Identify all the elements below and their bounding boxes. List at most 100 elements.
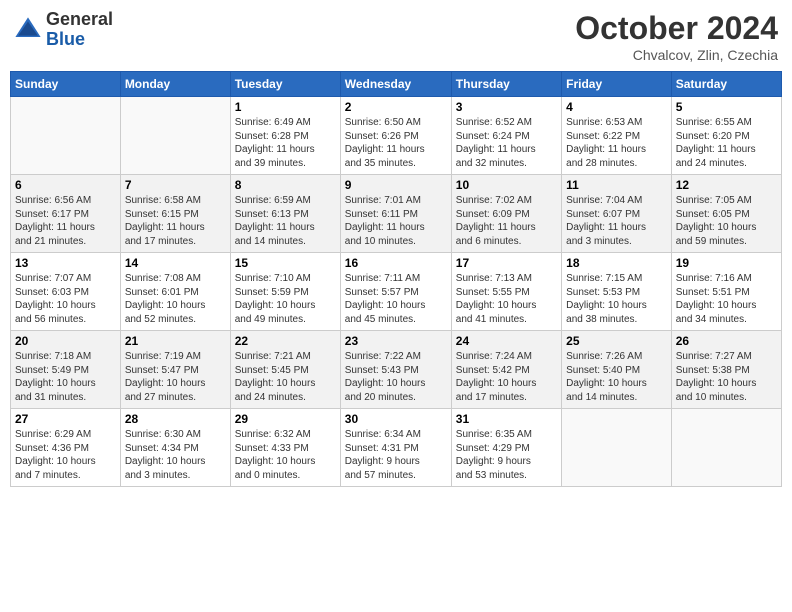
day-cell: 24Sunrise: 7:24 AM Sunset: 5:42 PM Dayli… (451, 331, 561, 409)
day-number: 11 (566, 178, 667, 192)
day-number: 24 (456, 334, 557, 348)
col-header-thursday: Thursday (451, 72, 561, 97)
day-cell (671, 409, 781, 487)
day-cell (562, 409, 672, 487)
month-title: October 2024 (575, 10, 778, 47)
logo-text: General Blue (46, 10, 113, 50)
day-info: Sunrise: 7:21 AM Sunset: 5:45 PM Dayligh… (235, 350, 336, 404)
day-number: 6 (15, 178, 116, 192)
day-info: Sunrise: 7:27 AM Sunset: 5:38 PM Dayligh… (676, 350, 777, 404)
week-row-3: 13Sunrise: 7:07 AM Sunset: 6:03 PM Dayli… (11, 253, 782, 331)
day-number: 23 (345, 334, 447, 348)
day-cell: 1 Sunrise: 6:49 AM Sunset: 6:28 PM Daylig… (230, 97, 340, 175)
logo-general: General (46, 10, 113, 30)
day-cell: 11 Sunrise: 7:04 AM Sunset: 6:07 PM Dayli… (562, 175, 672, 253)
day-info: Sunrise: 6:35 AM Sunset: 4:29 PM Dayligh… (456, 428, 557, 482)
day-number: 25 (566, 334, 667, 348)
day-info: Sunrise: 6:30 AM Sunset: 4:34 PM Dayligh… (125, 428, 226, 482)
day-info: Sunrise: 7:13 AM Sunset: 5:55 PM Dayligh… (456, 272, 557, 326)
day-number: 16 (345, 256, 447, 270)
title-block: October 2024 Chvalcov, Zlin, Czechia (575, 10, 778, 63)
day-number: 21 (125, 334, 226, 348)
col-header-saturday: Saturday (671, 72, 781, 97)
day-cell: 7 Sunrise: 6:58 AM Sunset: 6:15 PM Daylig… (120, 175, 230, 253)
day-number: 22 (235, 334, 336, 348)
day-info: Sunrise: 7:05 AM Sunset: 6:05 PM Dayligh… (676, 194, 777, 248)
day-cell: 13Sunrise: 7:07 AM Sunset: 6:03 PM Dayli… (11, 253, 121, 331)
day-info: Sunrise: 7:19 AM Sunset: 5:47 PM Dayligh… (125, 350, 226, 404)
day-info: Sunrise: 7:01 AM Sunset: 6:11 PM Dayligh… (345, 194, 447, 248)
day-cell: 15 Sunrise: 7:10 AM Sunset: 5:59 PM Dayli… (230, 253, 340, 331)
col-header-sunday: Sunday (11, 72, 121, 97)
day-cell: 19Sunrise: 7:16 AM Sunset: 5:51 PM Dayli… (671, 253, 781, 331)
header-row: SundayMondayTuesdayWednesdayThursdayFrid… (11, 72, 782, 97)
page-header: General Blue October 2024 Chvalcov, Zlin… (10, 10, 782, 63)
day-cell: 27 Sunrise: 6:29 AM Sunset: 4:36 PM Dayli… (11, 409, 121, 487)
day-info: Sunrise: 6:59 AM Sunset: 6:13 PM Dayligh… (235, 194, 336, 248)
logo-blue: Blue (46, 30, 113, 50)
day-cell: 8 Sunrise: 6:59 AM Sunset: 6:13 PM Daylig… (230, 175, 340, 253)
day-cell: 6Sunrise: 6:56 AM Sunset: 6:17 PM Daylig… (11, 175, 121, 253)
col-header-wednesday: Wednesday (340, 72, 451, 97)
day-number: 5 (676, 100, 777, 114)
day-info: Sunrise: 7:15 AM Sunset: 5:53 PM Dayligh… (566, 272, 667, 326)
day-cell: 5Sunrise: 6:55 AM Sunset: 6:20 PM Daylig… (671, 97, 781, 175)
day-number: 15 (235, 256, 336, 270)
day-cell: 3 Sunrise: 6:52 AM Sunset: 6:24 PM Daylig… (451, 97, 561, 175)
day-info: Sunrise: 6:53 AM Sunset: 6:22 PM Dayligh… (566, 116, 667, 170)
day-info: Sunrise: 6:34 AM Sunset: 4:31 PM Dayligh… (345, 428, 447, 482)
day-number: 13 (15, 256, 116, 270)
day-info: Sunrise: 7:02 AM Sunset: 6:09 PM Dayligh… (456, 194, 557, 248)
day-info: Sunrise: 7:22 AM Sunset: 5:43 PM Dayligh… (345, 350, 447, 404)
logo-icon (14, 16, 42, 44)
day-cell: 4Sunrise: 6:53 AM Sunset: 6:22 PM Daylig… (562, 97, 672, 175)
day-cell (120, 97, 230, 175)
day-number: 1 (235, 100, 336, 114)
col-header-friday: Friday (562, 72, 672, 97)
col-header-monday: Monday (120, 72, 230, 97)
day-number: 26 (676, 334, 777, 348)
day-info: Sunrise: 6:52 AM Sunset: 6:24 PM Dayligh… (456, 116, 557, 170)
day-cell: 28Sunrise: 6:30 AM Sunset: 4:34 PM Dayli… (120, 409, 230, 487)
day-number: 12 (676, 178, 777, 192)
day-cell: 9 Sunrise: 7:01 AM Sunset: 6:11 PM Daylig… (340, 175, 451, 253)
day-info: Sunrise: 6:32 AM Sunset: 4:33 PM Dayligh… (235, 428, 336, 482)
day-cell: 16 Sunrise: 7:11 AM Sunset: 5:57 PM Dayli… (340, 253, 451, 331)
day-number: 10 (456, 178, 557, 192)
day-number: 9 (345, 178, 447, 192)
logo: General Blue (14, 10, 113, 50)
day-number: 14 (125, 256, 226, 270)
day-info: Sunrise: 7:10 AM Sunset: 5:59 PM Dayligh… (235, 272, 336, 326)
day-number: 2 (345, 100, 447, 114)
location: Chvalcov, Zlin, Czechia (575, 47, 778, 63)
day-cell: 10 Sunrise: 7:02 AM Sunset: 6:09 PM Dayli… (451, 175, 561, 253)
day-number: 7 (125, 178, 226, 192)
day-cell: 30 Sunrise: 6:34 AM Sunset: 4:31 PM Dayli… (340, 409, 451, 487)
day-cell: 14 Sunrise: 7:08 AM Sunset: 6:01 PM Dayli… (120, 253, 230, 331)
day-cell: 20Sunrise: 7:18 AM Sunset: 5:49 PM Dayli… (11, 331, 121, 409)
day-cell: 12 Sunrise: 7:05 AM Sunset: 6:05 PM Dayli… (671, 175, 781, 253)
day-number: 31 (456, 412, 557, 426)
day-info: Sunrise: 7:11 AM Sunset: 5:57 PM Dayligh… (345, 272, 447, 326)
day-cell: 21 Sunrise: 7:19 AM Sunset: 5:47 PM Dayli… (120, 331, 230, 409)
day-info: Sunrise: 6:58 AM Sunset: 6:15 PM Dayligh… (125, 194, 226, 248)
day-number: 27 (15, 412, 116, 426)
day-number: 29 (235, 412, 336, 426)
day-info: Sunrise: 7:26 AM Sunset: 5:40 PM Dayligh… (566, 350, 667, 404)
day-number: 30 (345, 412, 447, 426)
day-info: Sunrise: 7:04 AM Sunset: 6:07 PM Dayligh… (566, 194, 667, 248)
day-info: Sunrise: 6:49 AM Sunset: 6:28 PM Dayligh… (235, 116, 336, 170)
day-number: 17 (456, 256, 557, 270)
day-number: 18 (566, 256, 667, 270)
week-row-4: 20Sunrise: 7:18 AM Sunset: 5:49 PM Dayli… (11, 331, 782, 409)
day-cell: 25 Sunrise: 7:26 AM Sunset: 5:40 PM Dayli… (562, 331, 672, 409)
day-info: Sunrise: 7:18 AM Sunset: 5:49 PM Dayligh… (15, 350, 116, 404)
day-cell: 2 Sunrise: 6:50 AM Sunset: 6:26 PM Daylig… (340, 97, 451, 175)
day-number: 3 (456, 100, 557, 114)
day-info: Sunrise: 6:29 AM Sunset: 4:36 PM Dayligh… (15, 428, 116, 482)
day-info: Sunrise: 6:50 AM Sunset: 6:26 PM Dayligh… (345, 116, 447, 170)
day-cell: 17 Sunrise: 7:13 AM Sunset: 5:55 PM Dayli… (451, 253, 561, 331)
day-cell: 22 Sunrise: 7:21 AM Sunset: 5:45 PM Dayli… (230, 331, 340, 409)
day-info: Sunrise: 7:08 AM Sunset: 6:01 PM Dayligh… (125, 272, 226, 326)
day-number: 8 (235, 178, 336, 192)
